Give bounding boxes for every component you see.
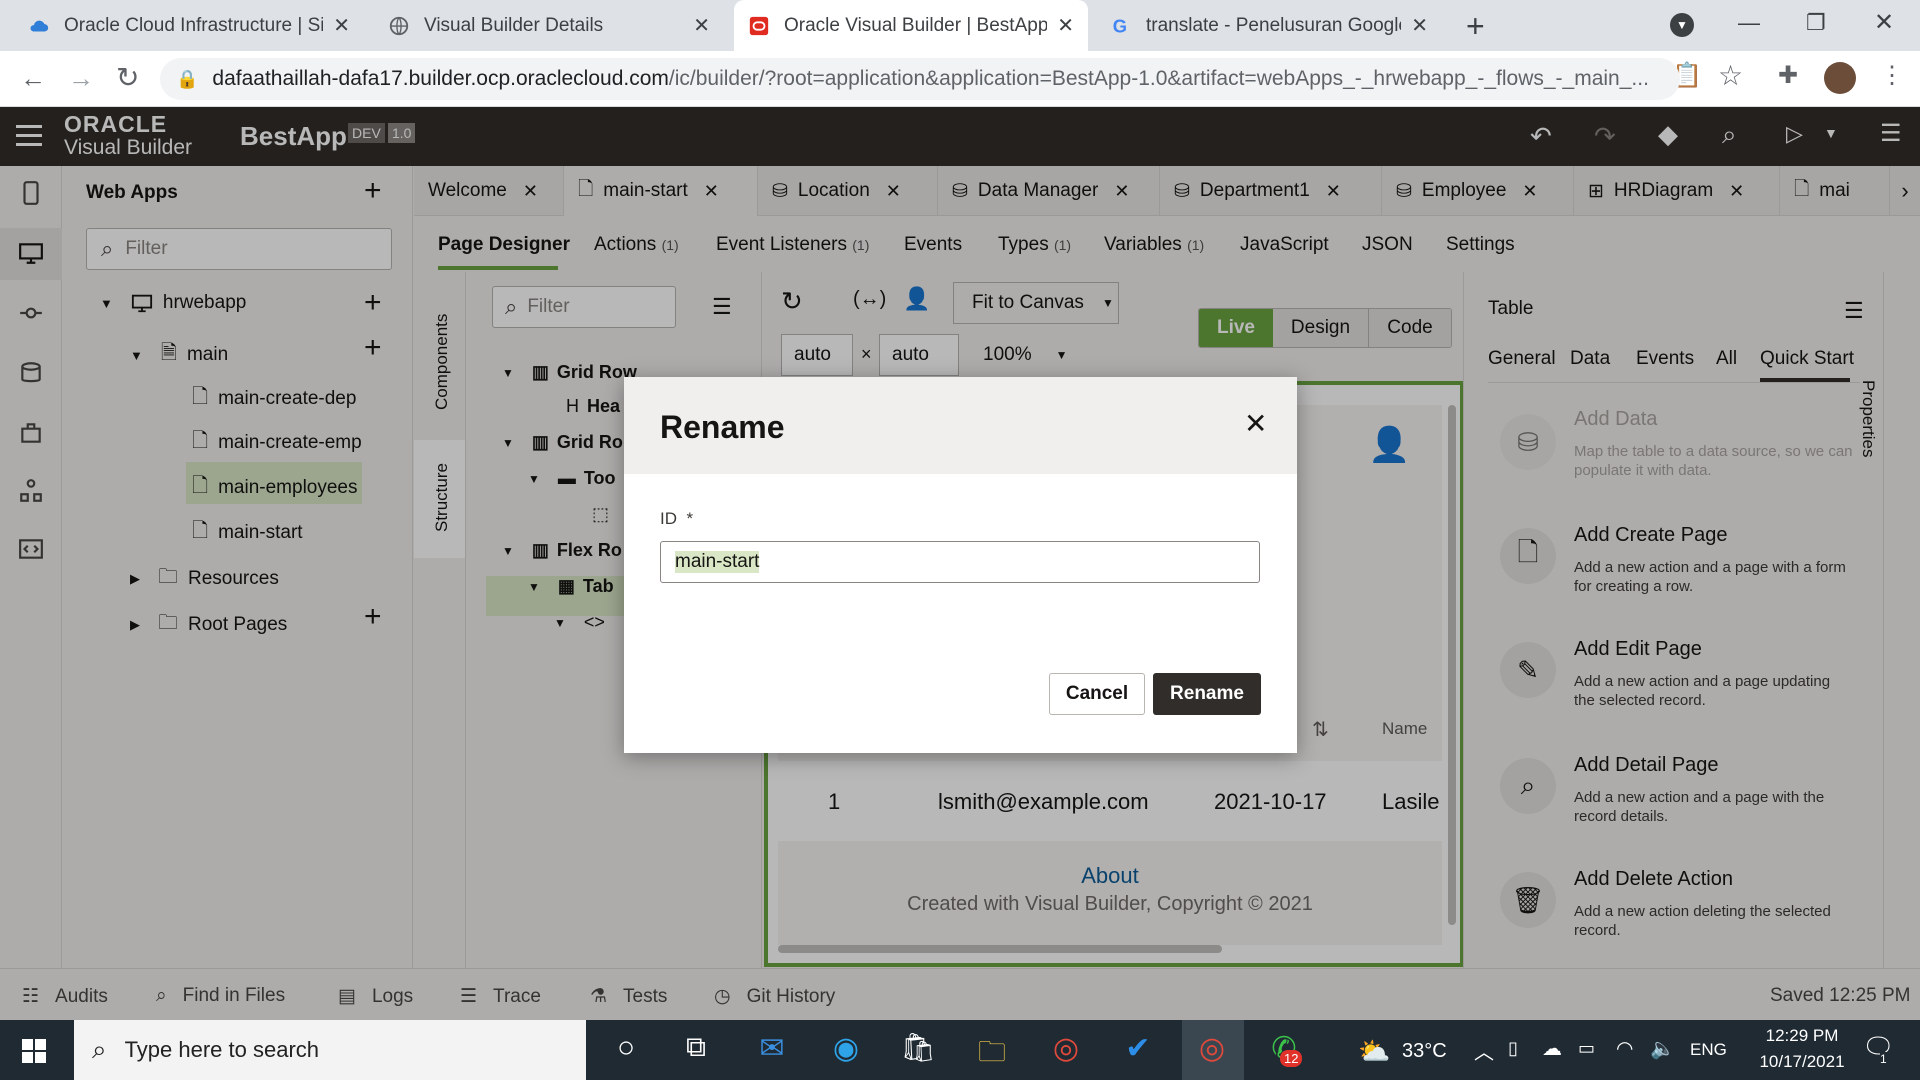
close-icon[interactable]: ✕ [333,13,350,38]
url-host: dafaathaillah-dafa17.builder.ocp.oraclec… [212,67,669,90]
minimize-icon[interactable]: — [1738,10,1760,36]
taskbar-search-placeholder: Type here to search [124,1037,320,1062]
cloud-icon [30,20,49,31]
browser-menu-icon[interactable]: ⋮ [1880,61,1904,90]
forward-icon[interactable]: → [68,63,94,94]
rename-button[interactable]: Rename [1153,673,1261,715]
todo-icon[interactable]: ✔ [1118,1031,1158,1071]
notifications-badge: 1 [1880,1052,1887,1066]
id-input-value: main-start [675,551,760,573]
dialog-header: Rename ✕ [624,377,1297,474]
browser-tab-oracle-cloud[interactable]: Oracle Cloud Infrastructure | Sign ✕ [14,0,364,51]
close-icon[interactable]: ✕ [1057,13,1074,38]
label-text: ID [660,509,677,528]
notifications-icon[interactable]: 🗨 [1862,1032,1895,1063]
temperature: 33°C [1402,1040,1447,1062]
tab-search-icon[interactable]: ▼ [1670,13,1694,37]
browser-tab-vb-details[interactable]: Visual Builder Details ✕ [374,0,724,51]
lock-icon: 🔒 [176,68,199,89]
new-tab-icon[interactable]: + [1466,8,1485,45]
browser-tab-title: Oracle Cloud Infrastructure | Sign [64,14,324,36]
id-field-label: ID * [660,509,693,529]
globe-icon [389,16,409,35]
search-icon: ⌕ [92,1034,107,1064]
url-path: /ic/builder/?root=application&applicatio… [668,67,1649,90]
rename-dialog: Rename ✕ ID * main-start Cancel Rename [624,377,1297,753]
browser-tab-google[interactable]: G translate - Penelusuran Google ✕ [1096,0,1442,51]
browser-tab-title: Visual Builder Details [424,14,604,36]
wifi-icon[interactable]: ◠ [1616,1036,1633,1061]
whatsapp-badge: 12 [1280,1050,1303,1067]
volume-icon[interactable]: 🔈 [1650,1036,1675,1061]
google-icon: G [1113,15,1127,36]
reload-icon[interactable]: ↻ [116,61,139,94]
task-view-icon[interactable]: ⧉ [676,1031,716,1071]
store-icon[interactable]: 🛍 [898,1031,938,1071]
svg-text:G: G [1113,15,1127,36]
required-mark: * [686,509,694,528]
weather-icon[interactable]: ⛅ [1358,1036,1390,1067]
close-icon[interactable]: ✕ [693,13,710,38]
extensions-icon[interactable]: ✚ [1778,61,1798,90]
edge-icon[interactable]: ◉ [826,1031,866,1071]
browser-tab-strip: Oracle Cloud Infrastructure | Sign ✕ Vis… [0,0,1920,51]
close-icon[interactable]: ✕ [1411,13,1428,38]
back-icon[interactable]: ← [20,63,46,94]
chrome-active-icon[interactable]: ◎ [1192,1031,1232,1071]
taskbar-search-box[interactable]: ⌕ Type here to search [74,1020,586,1080]
input-language[interactable]: ENG [1690,1040,1727,1060]
windows-start-icon[interactable] [22,1039,46,1063]
browser-tab-title: translate - Penelusuran Google [1146,14,1402,36]
file-explorer-icon[interactable]: 🗀 [972,1031,1012,1071]
oracle-icon [749,16,769,35]
cancel-button[interactable]: Cancel [1049,673,1145,715]
browser-tab-title: Oracle Visual Builder | BestApp-1 [784,14,1048,36]
window-close-icon[interactable]: ✕ [1874,8,1894,37]
close-icon[interactable]: ✕ [1244,407,1267,440]
bookmark-star-icon[interactable]: ☆ [1718,59,1743,92]
url-field[interactable]: 🔒 dafaathaillah-dafa17.builder.ocp.oracl… [160,58,1680,100]
tray-chevron-icon[interactable]: ︿ [1474,1036,1494,1065]
chrome-icon[interactable]: ◎ [1046,1031,1086,1071]
browser-tab-visual-builder[interactable]: Oracle Visual Builder | BestApp-1 ✕ [734,0,1088,51]
mail-icon[interactable]: ✉ [752,1031,792,1071]
battery-icon[interactable]: ▭ [1578,1038,1595,1059]
restore-icon[interactable]: ❐ [1806,10,1826,36]
dialog-title: Rename [660,409,785,445]
tray-device-icon[interactable]: ▯ [1508,1038,1518,1059]
clock-date[interactable]: 10/17/2021 [1746,1052,1858,1072]
profile-avatar[interactable] [1824,62,1856,94]
onedrive-icon[interactable]: ☁ [1542,1036,1562,1061]
id-input[interactable]: main-start [660,541,1260,583]
clock-time[interactable]: 12:29 PM [1752,1026,1852,1046]
cortana-icon[interactable]: ○ [606,1031,646,1071]
